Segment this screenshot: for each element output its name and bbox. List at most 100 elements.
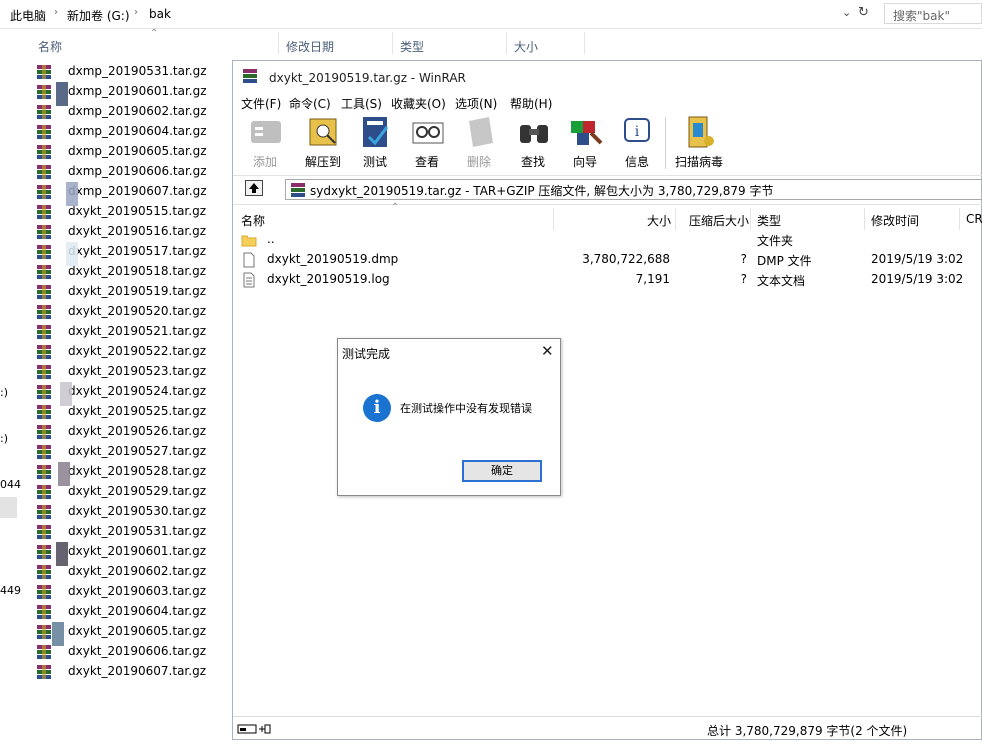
- file-name: dxykt_20190529.tar.gz: [68, 484, 206, 498]
- menu-options[interactable]: 选项(N): [455, 95, 497, 112]
- cell-type: 文本文档: [757, 274, 806, 288]
- folder-icon: [241, 232, 257, 251]
- ok-button[interactable]: 确定: [462, 460, 542, 482]
- file-name: dxykt_20190526.tar.gz: [68, 424, 206, 438]
- column-size[interactable]: 大小: [647, 212, 671, 229]
- add-icon: [249, 115, 283, 149]
- nav-pane-selection[interactable]: [0, 497, 17, 518]
- menu-file[interactable]: 文件(F): [241, 95, 281, 112]
- cell-modified: 2019/5/19 3:02: [871, 272, 964, 286]
- nav-pane-fragment[interactable]: 044: [0, 478, 21, 491]
- file-icon: [241, 272, 257, 291]
- toolbar-button-delete[interactable]: 删除: [453, 113, 505, 171]
- file-name: dxykt_20190519.tar.gz: [68, 284, 206, 298]
- archive-row[interactable]: dxykt_20190519.dmp 3,780,722,688? DMP 文件 20…: [233, 250, 982, 270]
- toolbar-label: 解压到: [304, 155, 341, 169]
- winrar-app-icon: [243, 69, 257, 83]
- column-crc[interactable]: CR: [966, 212, 982, 226]
- toolbar-label: 扫描病毒: [674, 155, 723, 169]
- find-icon: [517, 115, 551, 149]
- menu-favorites[interactable]: 收藏夹(O): [391, 95, 446, 112]
- refresh-icon[interactable]: ↻: [858, 5, 869, 20]
- blur-artifact: [66, 182, 78, 206]
- winrar-archive-icon: [36, 424, 52, 440]
- view-icon: [411, 115, 445, 149]
- winrar-archive-icon: [36, 544, 52, 560]
- file-name: dxykt_20190602.tar.gz: [68, 564, 206, 578]
- winrar-archive-icon: [36, 124, 52, 140]
- winrar-archive-icon: [36, 204, 52, 220]
- search-input[interactable]: 搜索"bak": [884, 3, 982, 24]
- archive-list-header: ⌃ 名称 大小 压缩后大小 类型 修改时间 CR: [233, 202, 982, 230]
- winrar-archive-icon: [36, 64, 52, 80]
- winrar-archive-icon: [36, 284, 52, 300]
- file-name: dxmp_20190605.tar.gz: [68, 144, 207, 158]
- cell-name: dxykt_20190519.log: [267, 272, 390, 286]
- breadcrumb-separator: ›: [54, 7, 58, 18]
- up-arrow-icon: [249, 183, 259, 193]
- archive-row[interactable]: dxykt_20190519.log 7,191? 文本文档 2019/5/19 3:…: [233, 270, 982, 290]
- status-bar: 总计 3,780,729,879 字节(2 个文件): [233, 716, 982, 741]
- column-name[interactable]: 名称: [38, 38, 62, 55]
- file-name: dxykt_20190525.tar.gz: [68, 404, 206, 418]
- winrar-archive-icon: [36, 104, 52, 120]
- path-field[interactable]: sydxykt_20190519.tar.gz - TAR+GZIP 压缩文件,…: [285, 179, 982, 200]
- winrar-archive-icon: [36, 504, 52, 520]
- chevron-down-icon[interactable]: ⌄: [842, 6, 851, 19]
- breadcrumb-this-pc[interactable]: 此电脑: [10, 7, 46, 24]
- toolbar-label: 测试: [362, 155, 387, 169]
- sort-ascending-icon: ⌃: [391, 202, 400, 213]
- status-total: 总计 3,780,729,879 字节(2 个文件): [707, 724, 908, 738]
- toolbar-button-add[interactable]: 添加: [239, 113, 291, 171]
- winrar-archive-icon: [36, 84, 52, 100]
- breadcrumb-drive[interactable]: 新加卷 (G:): [67, 7, 130, 24]
- winrar-archive-icon: [36, 224, 52, 240]
- toolbar-button-virus-scan[interactable]: 扫描病毒: [669, 113, 729, 171]
- toolbar-button-wizard[interactable]: 向导: [559, 113, 611, 171]
- column-size[interactable]: 大小: [514, 38, 538, 55]
- column-name[interactable]: 名称: [241, 212, 265, 229]
- cell-modified: 2019/5/19 3:02: [871, 252, 964, 266]
- breadcrumb-bak[interactable]: bak: [149, 7, 171, 21]
- nav-pane-fragment[interactable]: :): [0, 432, 8, 445]
- toolbar-button-view[interactable]: 查看: [401, 113, 453, 171]
- toolbar-button-info[interactable]: i 信息: [611, 113, 663, 171]
- winrar-archive-icon: [36, 584, 52, 600]
- menu-bar: 文件(F) 命令(C) 工具(S) 收藏夹(O) 选项(N) 帮助(H): [233, 91, 982, 113]
- toolbar-button-test[interactable]: 测试: [349, 113, 401, 171]
- up-folder-button[interactable]: [245, 180, 263, 196]
- archive-icon: [291, 183, 305, 197]
- winrar-archive-icon: [36, 404, 52, 420]
- file-name: dxykt_20190517.tar.gz: [68, 244, 206, 258]
- file-name: dxmp_20190606.tar.gz: [68, 164, 207, 178]
- toolbar-label: 查找: [520, 155, 545, 169]
- winrar-archive-icon: [36, 304, 52, 320]
- archive-row[interactable]: .. 文件夹: [233, 230, 982, 250]
- cell-size: 7,191: [635, 272, 670, 286]
- drive-icon: [237, 724, 271, 734]
- file-name: dxykt_20190607.tar.gz: [68, 664, 206, 678]
- toolbar-button-extract[interactable]: 解压到: [297, 113, 349, 171]
- column-packed-size[interactable]: 压缩后大小: [689, 212, 749, 229]
- path-bar: sydxykt_20190519.tar.gz - TAR+GZIP 压缩文件,…: [233, 175, 982, 205]
- nav-pane-fragment[interactable]: :): [0, 386, 8, 399]
- menu-commands[interactable]: 命令(C): [289, 95, 331, 112]
- file-name: dxmp_20190604.tar.gz: [68, 124, 207, 138]
- cell-type: 文件夹: [757, 234, 794, 248]
- column-modified[interactable]: 修改日期: [286, 38, 334, 55]
- column-modified[interactable]: 修改时间: [871, 212, 919, 229]
- column-type[interactable]: 类型: [400, 38, 424, 55]
- close-icon[interactable]: ✕: [541, 342, 554, 360]
- file-name: dxykt_20190523.tar.gz: [68, 364, 206, 378]
- winrar-archive-icon: [36, 184, 52, 200]
- winrar-archive-icon: [36, 444, 52, 460]
- winrar-title-bar[interactable]: dxykt_20190519.tar.gz - WinRAR: [233, 61, 982, 91]
- column-type[interactable]: 类型: [757, 212, 781, 229]
- blur-artifact: [60, 382, 72, 406]
- svg-text:i: i: [635, 124, 640, 140]
- menu-tools[interactable]: 工具(S): [341, 95, 382, 112]
- toolbar-button-find[interactable]: 查找: [507, 113, 559, 171]
- menu-help[interactable]: 帮助(H): [510, 95, 552, 112]
- winrar-archive-icon: [36, 244, 52, 260]
- nav-pane-fragment[interactable]: 449: [0, 584, 21, 597]
